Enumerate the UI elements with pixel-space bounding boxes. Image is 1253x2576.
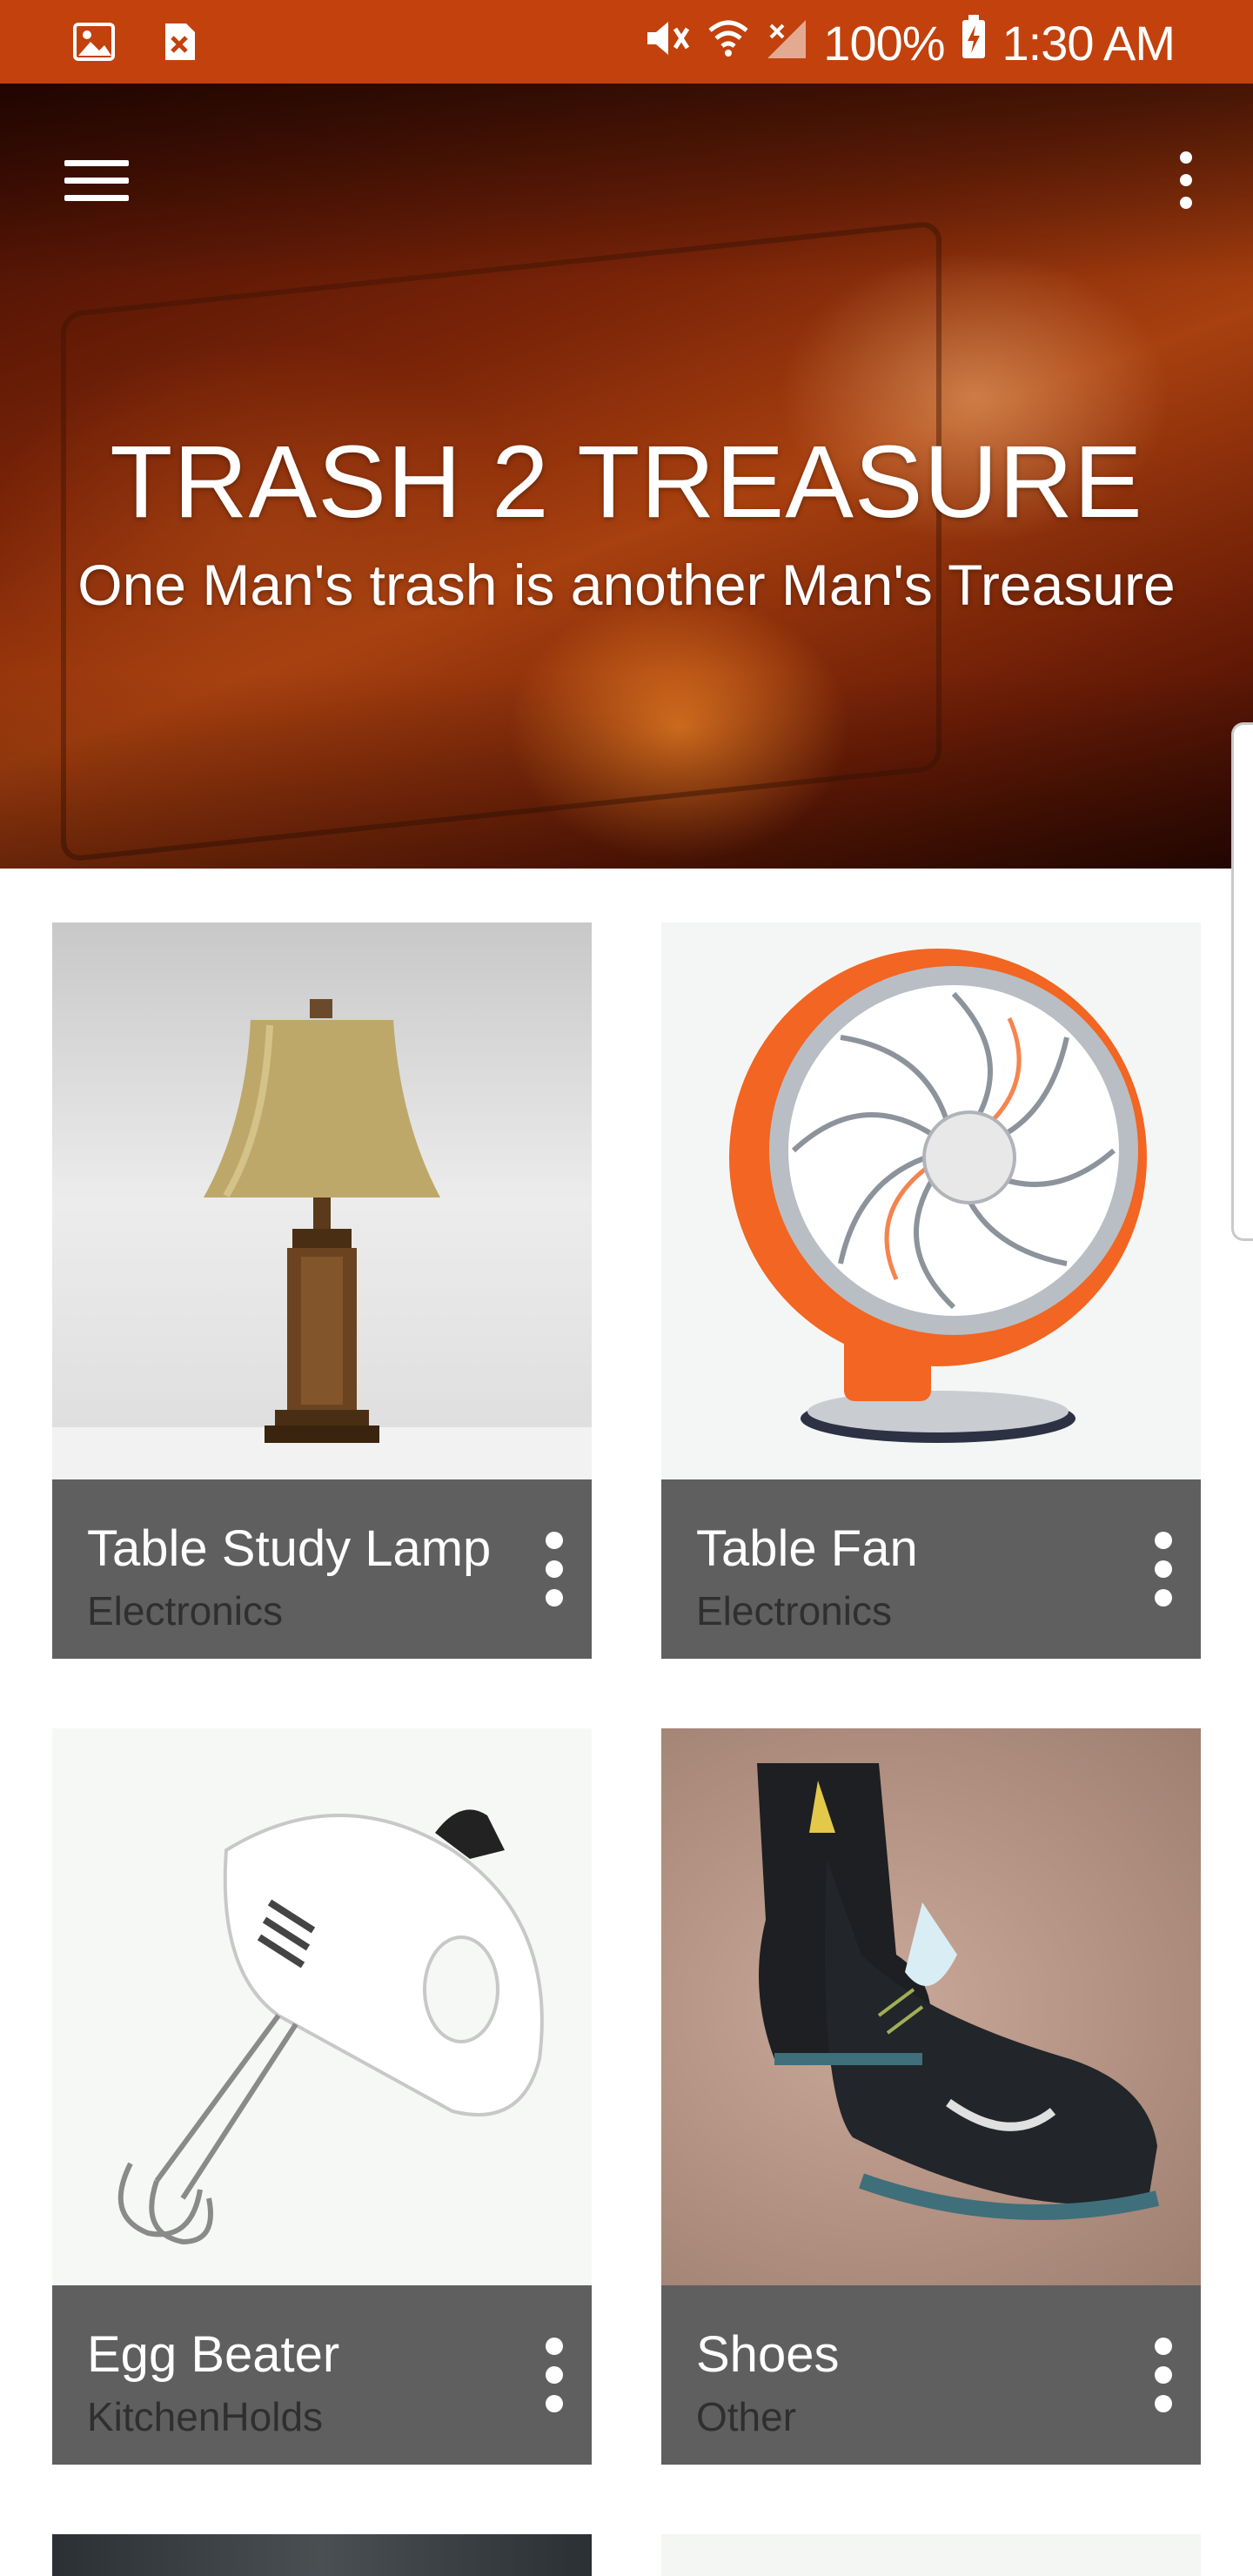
app-subtitle: One Man's trash is another Man's Treasur… [77, 553, 1176, 617]
item-category: Electronics [87, 1588, 283, 1633]
item-card[interactable]: Table Study Lamp Electronics [52, 922, 592, 1659]
header-banner: TRASH 2 TREASURE One Man's trash is anot… [0, 84, 1253, 869]
item-category: KitchenHolds [87, 2394, 324, 2439]
table-fan-image [661, 922, 1201, 1479]
item-card[interactable]: Egg Beater KitchenHolds [52, 1728, 592, 2465]
clock: 1:30 AM [1002, 15, 1176, 70]
side-edge-handle[interactable] [1231, 722, 1253, 1241]
wifi-icon [707, 15, 750, 71]
hamburger-menu-button[interactable] [63, 153, 132, 209]
table-lamp-image [52, 922, 592, 1479]
item-title: Table Study Lamp [87, 1520, 492, 1577]
item-more-options-button[interactable] [1150, 2338, 1176, 2412]
battery-percent: 100% [823, 15, 945, 70]
item-title: Egg Beater [87, 2326, 340, 2383]
status-bar: 100% 1:30 AM [0, 0, 1253, 84]
item-card-partial[interactable] [661, 2534, 1201, 2576]
item-category: Electronics [696, 1588, 892, 1633]
sneakers-image [661, 1728, 1201, 2285]
hand-mixer-image [52, 1728, 592, 2285]
card-footer: Table Study Lamp Electronics [52, 1479, 592, 1659]
signal-icon [766, 15, 807, 71]
mute-icon [644, 15, 691, 71]
item-category: Other [696, 2394, 797, 2439]
item-more-options-button[interactable] [541, 1532, 567, 1607]
item-more-options-button[interactable] [541, 2338, 567, 2412]
image-notification-icon [73, 21, 115, 63]
item-card[interactable]: Shoes Other [661, 1728, 1201, 2465]
card-footer: Egg Beater KitchenHolds [52, 2285, 592, 2465]
app-title: TRASH 2 TREASURE [110, 425, 1143, 540]
card-footer: Table Fan Electronics [661, 1479, 1201, 1659]
item-title: Shoes [696, 2326, 840, 2383]
item-card-partial[interactable] [52, 2534, 592, 2576]
battery-charging-icon [961, 14, 987, 71]
overflow-menu-button[interactable] [1173, 151, 1199, 214]
card-footer: Shoes Other [661, 2285, 1201, 2465]
item-card[interactable]: Table Fan Electronics [661, 922, 1201, 1659]
item-title: Table Fan [696, 1520, 918, 1577]
item-more-options-button[interactable] [1150, 1532, 1176, 1607]
blocked-notification-icon [158, 21, 200, 63]
